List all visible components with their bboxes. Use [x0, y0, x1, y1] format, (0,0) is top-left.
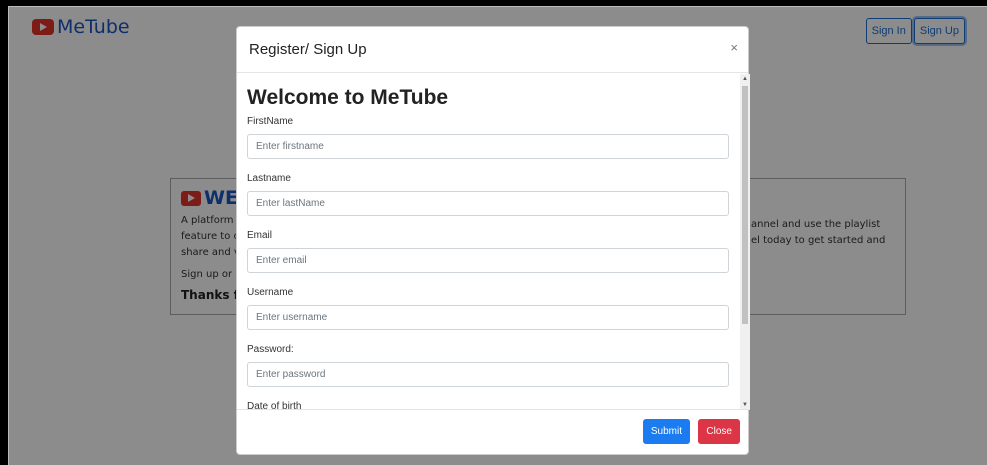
modal-footer: Submit Close	[237, 409, 750, 454]
register-modal: Register/ Sign Up × Welcome to MeTube Fi…	[236, 26, 750, 455]
email-label: Email	[247, 230, 273, 241]
modal-header: Register/ Sign Up ×	[237, 27, 748, 73]
scrollbar-thumb[interactable]	[742, 86, 748, 324]
lastname-label: Lastname	[247, 173, 291, 184]
submit-button[interactable]: Submit	[642, 419, 690, 444]
modal-body: Welcome to MeTube FirstName Lastname Ema…	[237, 74, 750, 410]
modal-title: Register/ Sign Up	[249, 41, 367, 58]
email-input[interactable]	[247, 248, 729, 273]
close-icon[interactable]: ×	[730, 40, 738, 55]
firstname-input[interactable]	[247, 134, 729, 159]
firstname-label: FirstName	[247, 116, 294, 127]
scroll-up-icon[interactable]: ▲	[742, 76, 748, 82]
password-input[interactable]	[247, 362, 729, 387]
register-form: Welcome to MeTube FirstName Lastname Ema…	[247, 74, 730, 410]
username-label: Username	[247, 287, 294, 298]
scroll-down-icon[interactable]: ▼	[742, 402, 748, 408]
password-label: Password:	[247, 344, 294, 355]
close-button[interactable]: Close	[698, 419, 740, 444]
username-input[interactable]	[247, 305, 729, 330]
lastname-input[interactable]	[247, 191, 729, 216]
modal-scrollbar[interactable]: ▲ ▼	[740, 74, 750, 410]
form-heading: Welcome to MeTube	[247, 86, 449, 109]
